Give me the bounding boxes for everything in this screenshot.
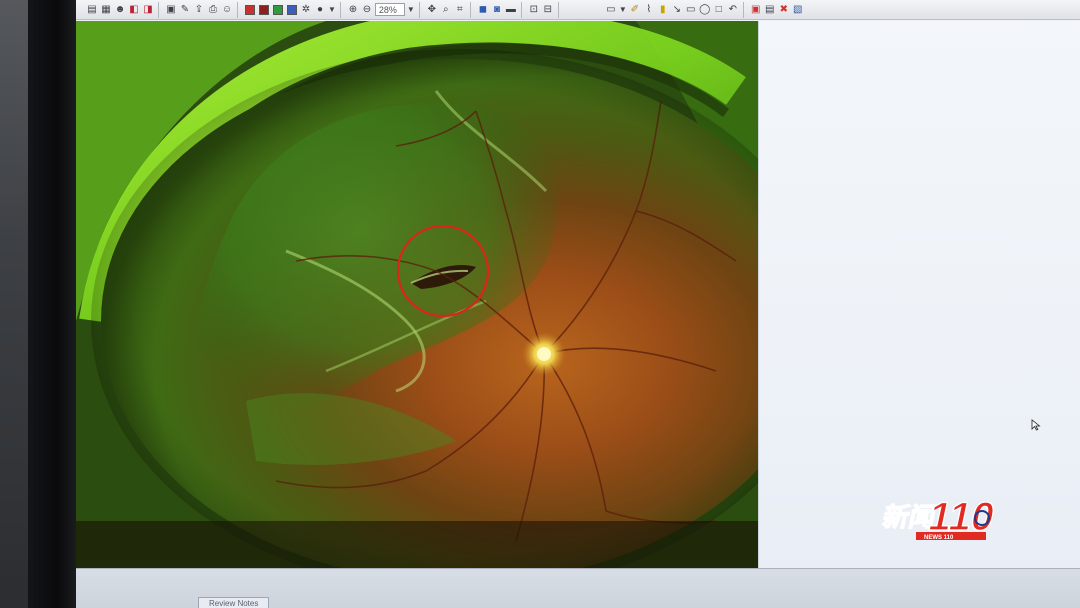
toolbar-group-view: ✥ ⌕ ⌗ [422,1,471,18]
news-watermark-logo: 新闻 110 NEWS 110 [880,493,1000,541]
note-dropdown-icon[interactable]: ▼ [619,5,627,14]
print-icon[interactable]: ⎙ [207,4,219,16]
undo-icon[interactable]: ↶ [727,4,739,16]
lock-icon[interactable]: ⊡ [528,4,540,16]
green-filter-icon[interactable] [272,4,284,16]
pencil-icon[interactable]: ✐ [629,4,641,16]
rect-outline-icon[interactable]: □ [713,4,725,16]
search-icon[interactable]: ⌕ [440,4,452,16]
background-stand [0,0,28,608]
crop-icon[interactable]: ⌗ [454,4,466,16]
compare-icon[interactable]: ◧ [128,4,140,16]
save-icon[interactable]: ▣ [165,4,177,16]
toolbar-group-zoom: ⊕ ⊖ 28% ▼ [343,1,420,18]
delete-icon[interactable]: ✖ [778,4,790,16]
new-note-icon[interactable]: ▭ [605,4,617,16]
zoom-in-icon[interactable]: ⊕ [347,4,359,16]
rectangle-icon[interactable]: ▭ [685,4,697,16]
toolbar-group-delete: ▣ ▤ ✖ ▧ [746,2,808,18]
bottom-tab-strip: Review Notes [76,568,1080,608]
tab-review-notes[interactable]: Review Notes [198,597,270,608]
copy-icon[interactable]: ▧ [792,4,804,16]
mouse-cursor-icon [1031,419,1041,431]
highlight-icon[interactable]: ▮ [657,4,669,16]
monitor-bezel [28,0,76,608]
red-dark-filter-icon[interactable] [258,4,270,16]
minus-icon[interactable]: ▬ [505,4,517,16]
fundus-image-viewer[interactable] [76,21,758,568]
overlay-icon[interactable]: ◙ [491,4,503,16]
image-toolbar: ▤ ▦ ☻ ◧ ◨ ▣ ✎ ⇪ ⎙ ☺ ✲ ● ▼ ⊕ ⊖ 28% ▼ ✥ ⌕ … [76,0,1080,20]
export-icon[interactable]: ⇪ [193,4,205,16]
toolbar-group-layout: ◼ ◙ ▬ [473,1,522,18]
toolbar-group-channels: ✲ ● ▼ [240,1,341,18]
toolbar-group-file: ▤ ▦ ☻ ◧ ◨ [82,1,159,18]
share-icon[interactable]: ☺ [221,4,233,16]
layout-icon[interactable]: ◼ [477,4,489,16]
zoom-out-icon[interactable]: ⊖ [361,4,373,16]
brush-icon[interactable]: ⌇ [643,4,655,16]
measure-icon[interactable]: ⊟ [542,4,554,16]
chevron-down-icon[interactable]: ▼ [328,5,336,14]
annotation-circle[interactable] [76,21,758,568]
compare-alt-icon[interactable]: ◨ [142,4,154,16]
open-folder-icon[interactable]: ▤ [86,4,98,16]
red-filter-icon[interactable] [244,4,256,16]
toolbar-group-tools: ⊡ ⊟ [524,1,559,18]
clear-icon[interactable]: ▤ [764,4,776,16]
blue-filter-icon[interactable] [286,4,298,16]
clear-red-icon[interactable]: ▣ [750,4,762,16]
zoom-dropdown-icon[interactable]: ▼ [407,5,415,14]
toolbar-group-save: ▣ ✎ ⇪ ⎙ ☺ [161,1,238,18]
settings-icon[interactable]: ✲ [300,4,312,16]
patient-icon[interactable]: ☻ [114,4,126,16]
pin-icon[interactable]: ● [314,4,326,16]
svg-text:NEWS 110: NEWS 110 [924,535,954,541]
grid-icon[interactable]: ▦ [100,4,112,16]
ellipse-icon[interactable]: ◯ [699,4,711,16]
pan-icon[interactable]: ✥ [426,4,438,16]
arrow-icon[interactable]: ↘ [671,4,683,16]
photo-scene: ▤ ▦ ☻ ◧ ◨ ▣ ✎ ⇪ ⎙ ☺ ✲ ● ▼ ⊕ ⊖ 28% ▼ ✥ ⌕ … [0,0,1080,608]
sign-icon[interactable]: ✎ [179,4,191,16]
toolbar-group-annotate: ▭ ▼ ✐ ⌇ ▮ ↘ ▭ ◯ □ ↶ [601,1,744,18]
zoom-field[interactable]: 28% [374,3,405,16]
